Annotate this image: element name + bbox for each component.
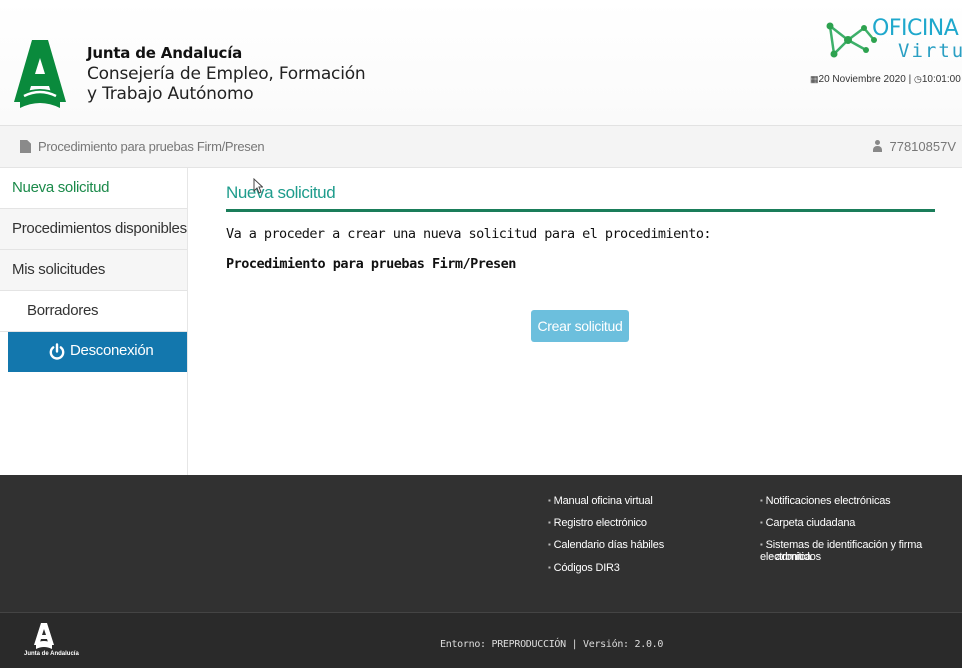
footer-link-registro[interactable]: Registro electrónico	[548, 517, 647, 529]
date-time: ▦20 Noviembre 2020 | ◷10:01:00	[810, 74, 961, 85]
brand-word-oficina: OFICINA	[872, 16, 959, 41]
create-request-button[interactable]: Crear solicitud	[531, 310, 629, 342]
breadcrumb: Procedimiento para pruebas Firm/Presen 7…	[0, 126, 962, 168]
org-title: Junta de Andalucía	[87, 44, 243, 62]
title-divider	[226, 209, 935, 212]
footer-bottom-bar: Junta de Andalucía Entorno: PREPRODUCCIÓ…	[0, 612, 962, 668]
user-icon	[872, 140, 883, 152]
oficina-virtual-logo[interactable]: OFICINA Virtual	[826, 16, 962, 64]
power-icon	[49, 343, 65, 360]
junta-andalucia-footer-logo-icon	[34, 623, 54, 649]
org-subtitle: Consejería de Empleo, Formación y Trabaj…	[87, 64, 366, 104]
date-separator: |	[908, 74, 912, 85]
page-title: Nueva solicitud	[226, 183, 336, 202]
breadcrumb-text[interactable]: Procedimiento para pruebas Firm/Presen	[38, 139, 265, 154]
time-text: 10:01:00	[921, 74, 961, 85]
footer-link-notificaciones[interactable]: Notificaciones electrónicas	[760, 495, 891, 507]
clock-icon: ◷	[913, 74, 922, 84]
org-subtitle-line2: y Trabajo Autónomo	[87, 84, 254, 104]
footer-link-sistemas-identificacion-cont[interactable]: admitidos	[770, 551, 821, 563]
date-text: 20 Noviembre 2020	[818, 74, 906, 85]
app-root: Junta de Andalucía Consejería de Empleo,…	[0, 0, 962, 668]
brand-word-virtual: Virtual	[898, 40, 962, 62]
sidebar-item-procedimientos-disponibles[interactable]: Procedimientos disponibles	[0, 209, 187, 250]
site-footer: Manual oficina virtual Registro electrón…	[0, 475, 962, 612]
sidebar-item-borradores[interactable]: Borradores	[0, 291, 187, 332]
procedure-name: Procedimiento para pruebas Firm/Presen	[226, 256, 516, 272]
org-subtitle-line1: Consejería de Empleo, Formación	[87, 64, 366, 84]
footer-link-dir3[interactable]: Códigos DIR3	[548, 562, 620, 574]
mouse-pointer-icon	[253, 178, 263, 194]
sidebar-item-mis-solicitudes[interactable]: Mis solicitudes	[0, 250, 187, 291]
footer-link-manual[interactable]: Manual oficina virtual	[548, 495, 653, 507]
sidebar-item-nueva-solicitud[interactable]: Nueva solicitud	[0, 168, 187, 209]
user-info[interactable]: 77810857V	[872, 139, 956, 154]
environment-version: Entorno: PREPRODUCCIÓN | Versión: 2.0.0	[440, 639, 664, 650]
logout-button[interactable]: Desconexión	[8, 332, 187, 372]
logout-label: Desconexión	[70, 342, 154, 359]
network-icon	[826, 22, 877, 58]
footer-link-calendario[interactable]: Calendario días hábiles	[548, 539, 665, 551]
sidebar: Nueva solicitud Procedimientos disponibl…	[0, 168, 188, 475]
junta-andalucia-logo-icon	[14, 40, 66, 108]
site-header: Junta de Andalucía Consejería de Empleo,…	[0, 0, 962, 126]
footer-logo[interactable]: Junta de Andalucía	[18, 623, 79, 665]
intro-text: Va a proceder a crear una nueva solicitu…	[226, 226, 712, 242]
footer-link-carpeta[interactable]: Carpeta ciudadana	[760, 517, 856, 529]
calendar-icon: ▦	[810, 74, 819, 84]
user-id: 77810857V	[889, 139, 956, 154]
footer-logo-text: Junta de Andalucía	[24, 651, 79, 657]
document-icon	[20, 140, 31, 153]
